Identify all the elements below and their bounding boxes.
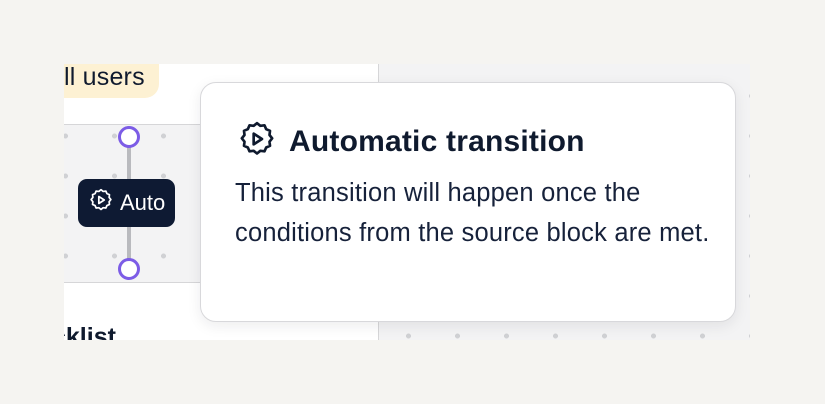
connector-handle-bottom[interactable] — [118, 258, 140, 280]
tooltip-description: This transition will happen once the con… — [235, 179, 710, 247]
gear-play-icon — [88, 187, 114, 219]
gear-play-icon — [237, 119, 277, 164]
connector-handle-top[interactable] — [118, 126, 140, 148]
target-block-title: cklist — [64, 323, 116, 340]
auto-pill-label: Auto — [120, 190, 166, 215]
audience-badge: ll users — [64, 64, 159, 98]
tooltip-header: Automatic transition — [237, 119, 585, 164]
tooltip-title: Automatic transition — [289, 124, 585, 158]
auto-transition-pill[interactable]: Auto — [78, 179, 176, 227]
transition-tooltip: Automatic transition This transition wil… — [200, 82, 736, 322]
